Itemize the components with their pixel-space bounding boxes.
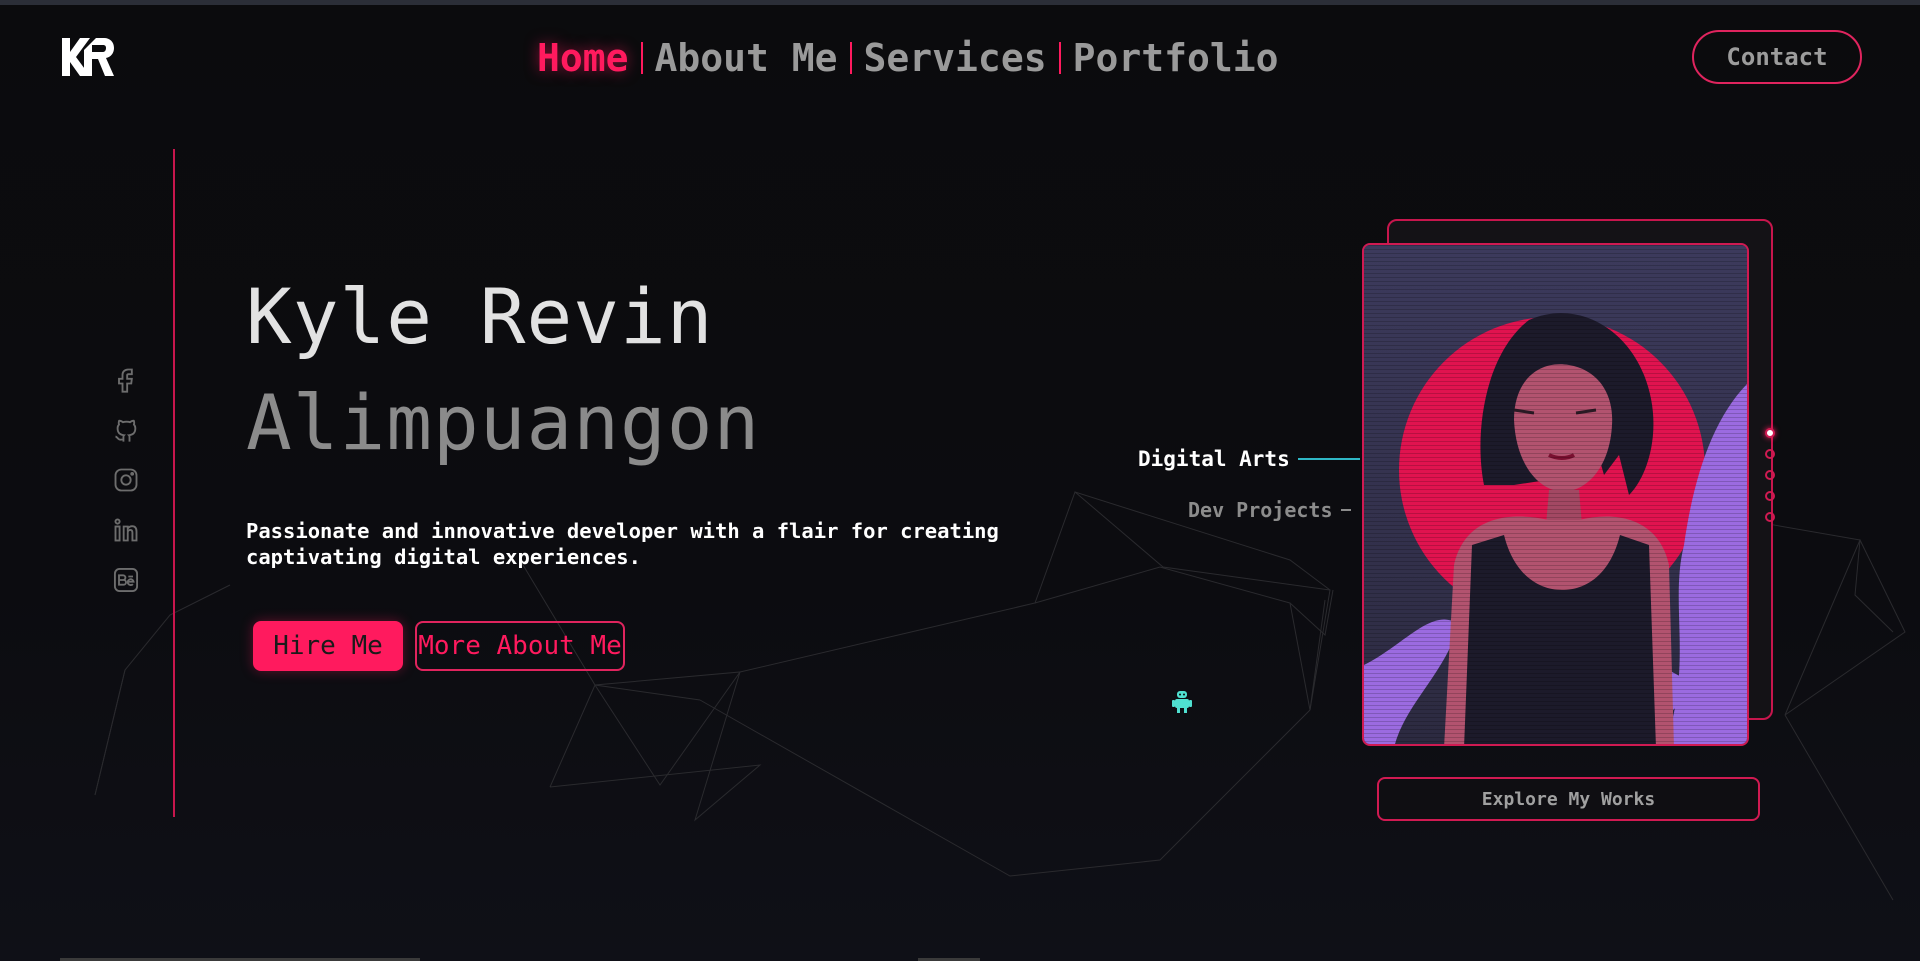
category-dev-projects[interactable]: Dev Projects — [1188, 498, 1351, 522]
behance-icon[interactable] — [110, 564, 142, 596]
category-line — [1340, 509, 1351, 511]
slide-dot-4[interactable] — [1765, 491, 1775, 501]
slide-indicator — [1765, 428, 1779, 533]
hero-name-last: Alimpuangon — [246, 378, 761, 467]
linkedin-icon[interactable] — [110, 514, 142, 546]
contact-button[interactable]: Contact — [1692, 30, 1862, 84]
slide-dot-3[interactable] — [1765, 470, 1775, 480]
facebook-icon[interactable] — [110, 364, 142, 396]
more-about-me-button[interactable]: More About Me — [415, 621, 625, 671]
slide-dot-1[interactable] — [1765, 428, 1775, 438]
robot-cursor-icon — [1172, 690, 1192, 714]
main-nav: Home About Me Services Portfolio — [535, 30, 1290, 86]
instagram-icon[interactable] — [110, 464, 142, 496]
hire-me-button[interactable]: Hire Me — [253, 621, 403, 671]
hero-name-first: Kyle Revin — [246, 272, 714, 361]
nav-about-me[interactable]: About Me — [643, 36, 850, 80]
hero-tagline: Passionate and innovative developer with… — [246, 519, 999, 569]
social-links — [110, 364, 142, 614]
category-active-line — [1297, 458, 1360, 460]
nav-portfolio[interactable]: Portfolio — [1061, 36, 1291, 80]
slide-dot-5[interactable] — [1765, 512, 1775, 522]
category-label: Dev Projects — [1188, 498, 1333, 522]
github-icon[interactable] — [110, 414, 142, 446]
nav-home[interactable]: Home — [535, 36, 641, 80]
vertical-accent-line — [173, 149, 175, 817]
digital-art-artwork[interactable] — [1362, 243, 1749, 746]
kr-logo[interactable] — [62, 38, 114, 76]
category-label: Digital Arts — [1138, 447, 1290, 471]
category-digital-arts[interactable]: Digital Arts — [1138, 447, 1360, 471]
slide-dot-2[interactable] — [1765, 449, 1775, 459]
nav-services[interactable]: Services — [852, 36, 1059, 80]
explore-my-works-button[interactable]: Explore My Works — [1377, 777, 1760, 821]
